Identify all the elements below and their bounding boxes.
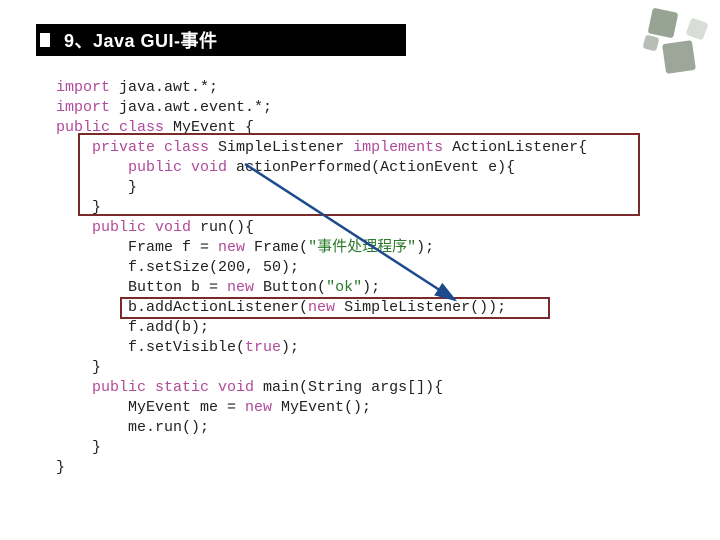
code-text: Button b = (56, 279, 227, 296)
code-line: private class SimpleListener implements … (56, 138, 587, 158)
code-text: f.setVisible( (56, 339, 245, 356)
code-line: Button b = new Button("ok"); (56, 278, 587, 298)
code-text: run(){ (191, 219, 254, 236)
code-line: } (56, 358, 587, 378)
keyword: true (245, 339, 281, 356)
code-line: public static void main(String args[]){ (56, 378, 587, 398)
slide-title-bar: 9、Java GUI-事件 (36, 24, 406, 56)
code-text: actionPerformed(ActionEvent e){ (227, 159, 515, 176)
keyword: new (227, 279, 254, 296)
keyword: public void (128, 159, 227, 176)
code-line: } (56, 458, 587, 478)
code-block: import java.awt.*; import java.awt.event… (56, 78, 587, 478)
slide-title: 9、Java GUI-事件 (64, 27, 218, 53)
code-text: MyEvent { (164, 119, 254, 136)
keyword: public void (92, 219, 191, 236)
title-accent-block (40, 33, 50, 47)
code-line: } (56, 438, 587, 458)
keyword: import (56, 79, 110, 96)
code-text: main(String args[]){ (254, 379, 443, 396)
keyword: new (245, 399, 272, 416)
code-line: me.run(); (56, 418, 587, 438)
code-text: b.addActionListener( (56, 299, 308, 316)
code-line: f.add(b); (56, 318, 587, 338)
code-line: import java.awt.event.*; (56, 98, 587, 118)
code-line: import java.awt.*; (56, 78, 587, 98)
code-text: ); (416, 239, 434, 256)
keyword: public class (56, 119, 164, 136)
code-line: public void run(){ (56, 218, 587, 238)
code-text: java.awt.*; (110, 79, 218, 96)
keyword: new (218, 239, 245, 256)
code-line: } (56, 198, 587, 218)
code-text: MyEvent me = (56, 399, 245, 416)
code-text: SimpleListener()); (335, 299, 506, 316)
code-text: Frame f = (56, 239, 218, 256)
code-text: Frame( (245, 239, 308, 256)
string-literal: "事件处理程序" (308, 239, 416, 256)
code-line: MyEvent me = new MyEvent(); (56, 398, 587, 418)
code-text: ActionListener{ (443, 139, 587, 156)
keyword: private class (92, 139, 209, 156)
code-text: ); (362, 279, 380, 296)
keyword: implements (353, 139, 443, 156)
string-literal: "ok" (326, 279, 362, 296)
code-line: public class MyEvent { (56, 118, 587, 138)
keyword: public static void (92, 379, 254, 396)
code-line: f.setSize(200, 50); (56, 258, 587, 278)
code-line: b.addActionListener(new SimpleListener()… (56, 298, 587, 318)
code-text: MyEvent(); (272, 399, 371, 416)
code-line: f.setVisible(true); (56, 338, 587, 358)
keyword: import (56, 99, 110, 116)
code-line: public void actionPerformed(ActionEvent … (56, 158, 587, 178)
code-line: Frame f = new Frame("事件处理程序"); (56, 238, 587, 258)
code-text: java.awt.event.*; (110, 99, 272, 116)
code-line: } (56, 178, 587, 198)
code-text: SimpleListener (209, 139, 353, 156)
corner-decoration (622, 6, 712, 86)
code-text: Button( (254, 279, 326, 296)
code-text: ); (281, 339, 299, 356)
keyword: new (308, 299, 335, 316)
